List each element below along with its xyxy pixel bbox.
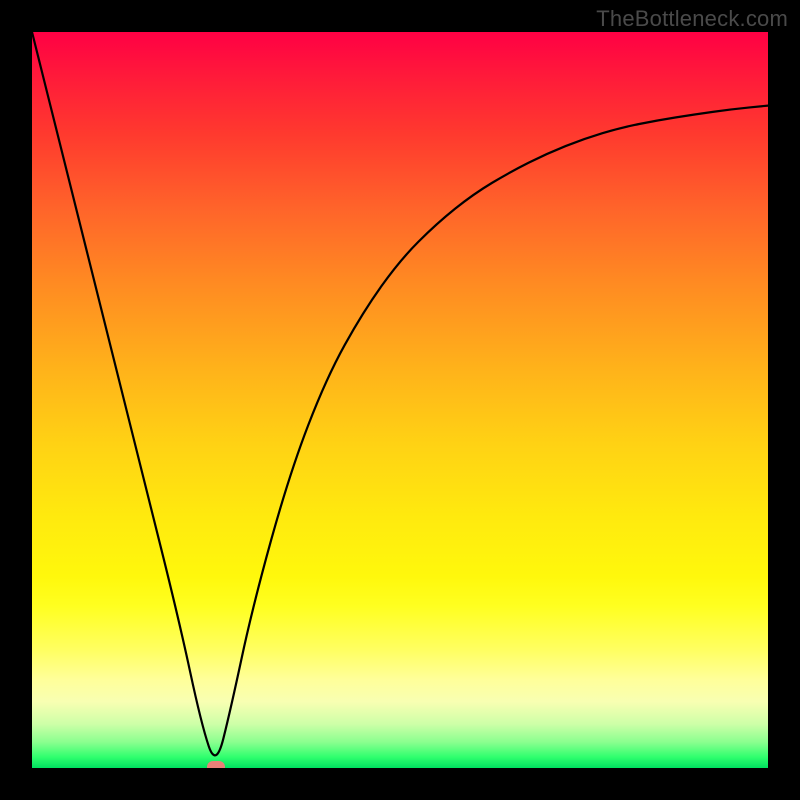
optimal-point-marker: [207, 761, 225, 768]
bottleneck-curve: [32, 32, 768, 755]
watermark-text: TheBottleneck.com: [596, 6, 788, 32]
chart-frame: TheBottleneck.com: [0, 0, 800, 800]
curve-layer: [32, 32, 768, 768]
plot-area: [32, 32, 768, 768]
